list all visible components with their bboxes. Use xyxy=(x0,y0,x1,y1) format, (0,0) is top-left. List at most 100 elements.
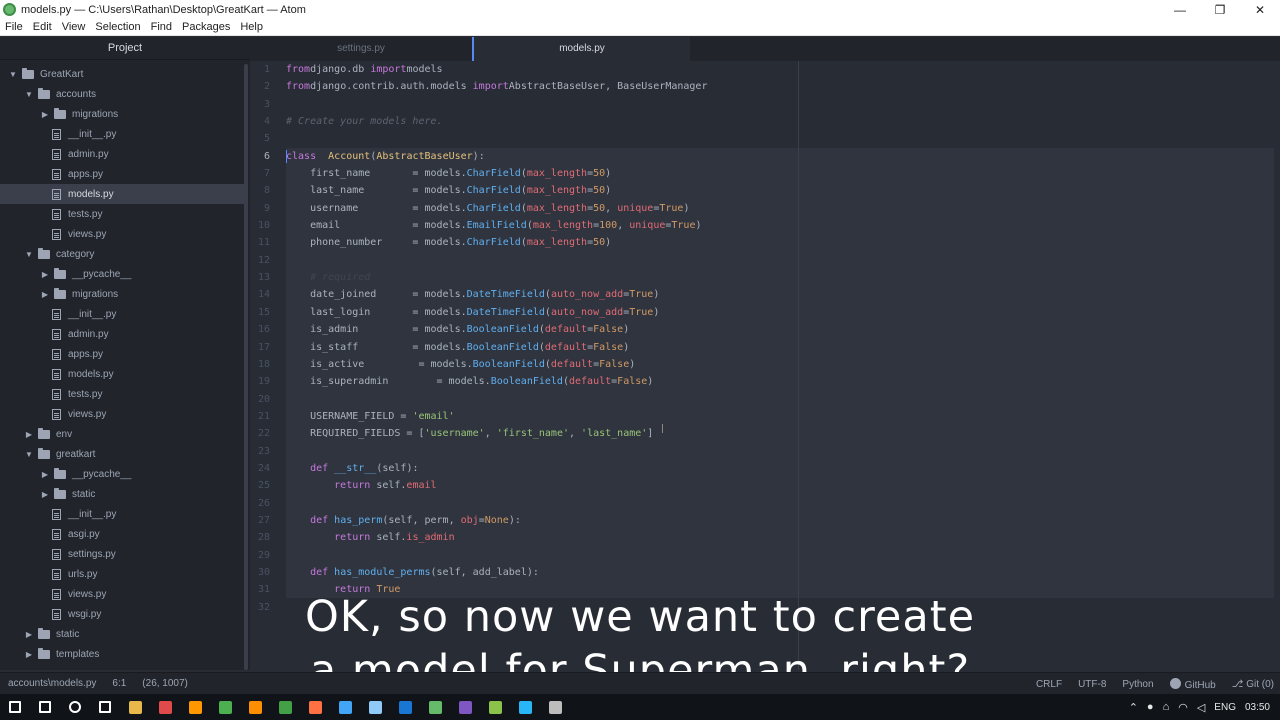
snip-icon[interactable] xyxy=(150,694,180,720)
close-button[interactable]: ✕ xyxy=(1240,0,1280,19)
menu-packages[interactable]: Packages xyxy=(182,21,230,33)
code-token: CharField xyxy=(466,185,521,197)
folder-icon xyxy=(38,87,50,99)
search-icon[interactable] xyxy=(30,694,60,720)
code-token: USERNAME_FIELD = xyxy=(286,410,413,422)
chevron-right-icon[interactable]: ▶ xyxy=(40,290,50,299)
tree-file[interactable]: tests.py xyxy=(0,204,244,224)
cursor-position[interactable]: 6:1 xyxy=(112,678,126,689)
language-indicator[interactable]: ENG xyxy=(1214,702,1236,713)
menu-edit[interactable]: Edit xyxy=(33,21,52,33)
tree-file[interactable]: urls.py xyxy=(0,564,244,584)
book-icon[interactable] xyxy=(390,694,420,720)
start-icon[interactable] xyxy=(0,694,30,720)
project-header[interactable]: Project xyxy=(0,37,250,60)
tree-folder[interactable]: ▶ migrations xyxy=(0,104,244,124)
atom-icon[interactable] xyxy=(420,694,450,720)
chevron-up-icon[interactable]: ⌃ xyxy=(1129,701,1138,714)
tree-item-label: admin.py xyxy=(68,328,109,340)
book-icon-glyph xyxy=(398,700,412,714)
remote-icon[interactable] xyxy=(360,694,390,720)
tree-folder[interactable]: ▶ env xyxy=(0,424,244,444)
file-path[interactable]: accounts\models.py xyxy=(8,678,96,689)
app3-icon[interactable] xyxy=(480,694,510,720)
tree-folder[interactable]: ▶ static xyxy=(0,484,244,504)
tree-file[interactable]: models.py xyxy=(0,184,244,204)
selection-count[interactable]: (26, 1007) xyxy=(142,678,188,689)
tab-settings-py[interactable]: settings.py xyxy=(250,37,472,61)
taskview-icon-glyph xyxy=(99,701,111,713)
app2-icon[interactable] xyxy=(450,694,480,720)
tree-file[interactable]: asgi.py xyxy=(0,524,244,544)
tree-folder[interactable]: ▼ accounts xyxy=(0,84,244,104)
windows-taskbar: ⌃ ● ⌂ ◠ ◁ ENG 03:50 xyxy=(0,694,1280,720)
tree-file[interactable]: views.py xyxy=(0,404,244,424)
tree-folder[interactable]: ▶ __pycache__ xyxy=(0,464,244,484)
line-number: 18 xyxy=(257,358,270,370)
tree-file[interactable]: __init__.py xyxy=(0,504,244,524)
taskview-icon[interactable] xyxy=(90,694,120,720)
encoding[interactable]: UTF-8 xyxy=(1078,679,1106,690)
line-text: REQUIRED_FIELDS = ['username', 'first_na… xyxy=(286,425,653,442)
tree-file[interactable]: settings.py xyxy=(0,544,244,564)
tree-file[interactable]: tests.py xyxy=(0,384,244,404)
tab-models-py[interactable]: models.py xyxy=(472,37,690,61)
microphone-icon[interactable]: ● xyxy=(1147,701,1154,713)
github-button[interactable]: GitHub xyxy=(1169,677,1216,691)
chevron-down-icon[interactable]: ▼ xyxy=(24,250,34,259)
obs-icon[interactable] xyxy=(540,694,570,720)
tree-file[interactable]: admin.py xyxy=(0,324,244,344)
chevron-right-icon[interactable]: ▶ xyxy=(24,430,34,439)
chevron-right-icon[interactable]: ▶ xyxy=(40,270,50,279)
code-editor[interactable]: 1 fromdjango.db importmodels 2 fromdjango.c… xyxy=(250,61,1280,670)
network-icon[interactable]: ⌂ xyxy=(1163,701,1170,713)
tree-folder[interactable]: ▼ GreatKart xyxy=(0,64,244,84)
tree-file[interactable]: apps.py xyxy=(0,344,244,364)
tree-file[interactable]: apps.py xyxy=(0,164,244,184)
chevron-right-icon[interactable]: ▶ xyxy=(40,490,50,499)
menu-view[interactable]: View xyxy=(62,21,86,33)
chevron-right-icon[interactable]: ▶ xyxy=(40,470,50,479)
vscode-icon[interactable] xyxy=(330,694,360,720)
line-ending[interactable]: CRLF xyxy=(1036,679,1062,690)
terminal-icon[interactable] xyxy=(270,694,300,720)
app4-icon[interactable] xyxy=(510,694,540,720)
code-token: def xyxy=(286,462,335,474)
cortana-icon[interactable] xyxy=(60,694,90,720)
chevron-right-icon[interactable]: ▶ xyxy=(40,110,50,119)
maximize-button[interactable]: ❐ xyxy=(1200,0,1240,19)
tree-file[interactable]: admin.py xyxy=(0,144,244,164)
git-button[interactable]: ⎇ Git (0) xyxy=(1232,679,1274,690)
menu-find[interactable]: Find xyxy=(151,21,172,33)
menu-help[interactable]: Help xyxy=(240,21,263,33)
line-text: date_joined = models.DateTimeField(auto_… xyxy=(286,286,659,303)
tree-folder[interactable]: ▶ __pycache__ xyxy=(0,264,244,284)
chevron-down-icon[interactable]: ▼ xyxy=(8,70,18,79)
sublime-icon[interactable] xyxy=(180,694,210,720)
minimize-button[interactable]: — xyxy=(1160,0,1200,19)
wifi-icon[interactable]: ◠ xyxy=(1178,701,1188,714)
sidebar-scrollbar[interactable] xyxy=(244,64,248,670)
tree-folder[interactable]: ▶ migrations xyxy=(0,284,244,304)
chrome-icon[interactable] xyxy=(210,694,240,720)
tree-file[interactable]: views.py xyxy=(0,224,244,244)
menu-file[interactable]: File xyxy=(5,21,23,33)
volume-icon[interactable]: ◁ xyxy=(1197,701,1205,714)
app-icon[interactable] xyxy=(240,694,270,720)
code-token: class xyxy=(286,150,317,162)
grammar[interactable]: Python xyxy=(1122,679,1153,690)
menu-selection[interactable]: Selection xyxy=(95,21,140,33)
code-token: False xyxy=(593,324,624,336)
taskbar-apps xyxy=(0,694,570,720)
clock[interactable]: 03:50 xyxy=(1245,702,1270,713)
tree-file[interactable]: __init__.py xyxy=(0,124,244,144)
tree-folder[interactable]: ▼ greatkart xyxy=(0,444,244,464)
explorer-icon[interactable] xyxy=(120,694,150,720)
tree-file[interactable]: models.py xyxy=(0,364,244,384)
firefox-icon[interactable] xyxy=(300,694,330,720)
tree-folder[interactable]: ▼ category xyxy=(0,244,244,264)
code-token: __str__ xyxy=(334,462,377,474)
tree-file[interactable]: __init__.py xyxy=(0,304,244,324)
chevron-down-icon[interactable]: ▼ xyxy=(24,450,34,459)
chevron-down-icon[interactable]: ▼ xyxy=(24,90,34,99)
